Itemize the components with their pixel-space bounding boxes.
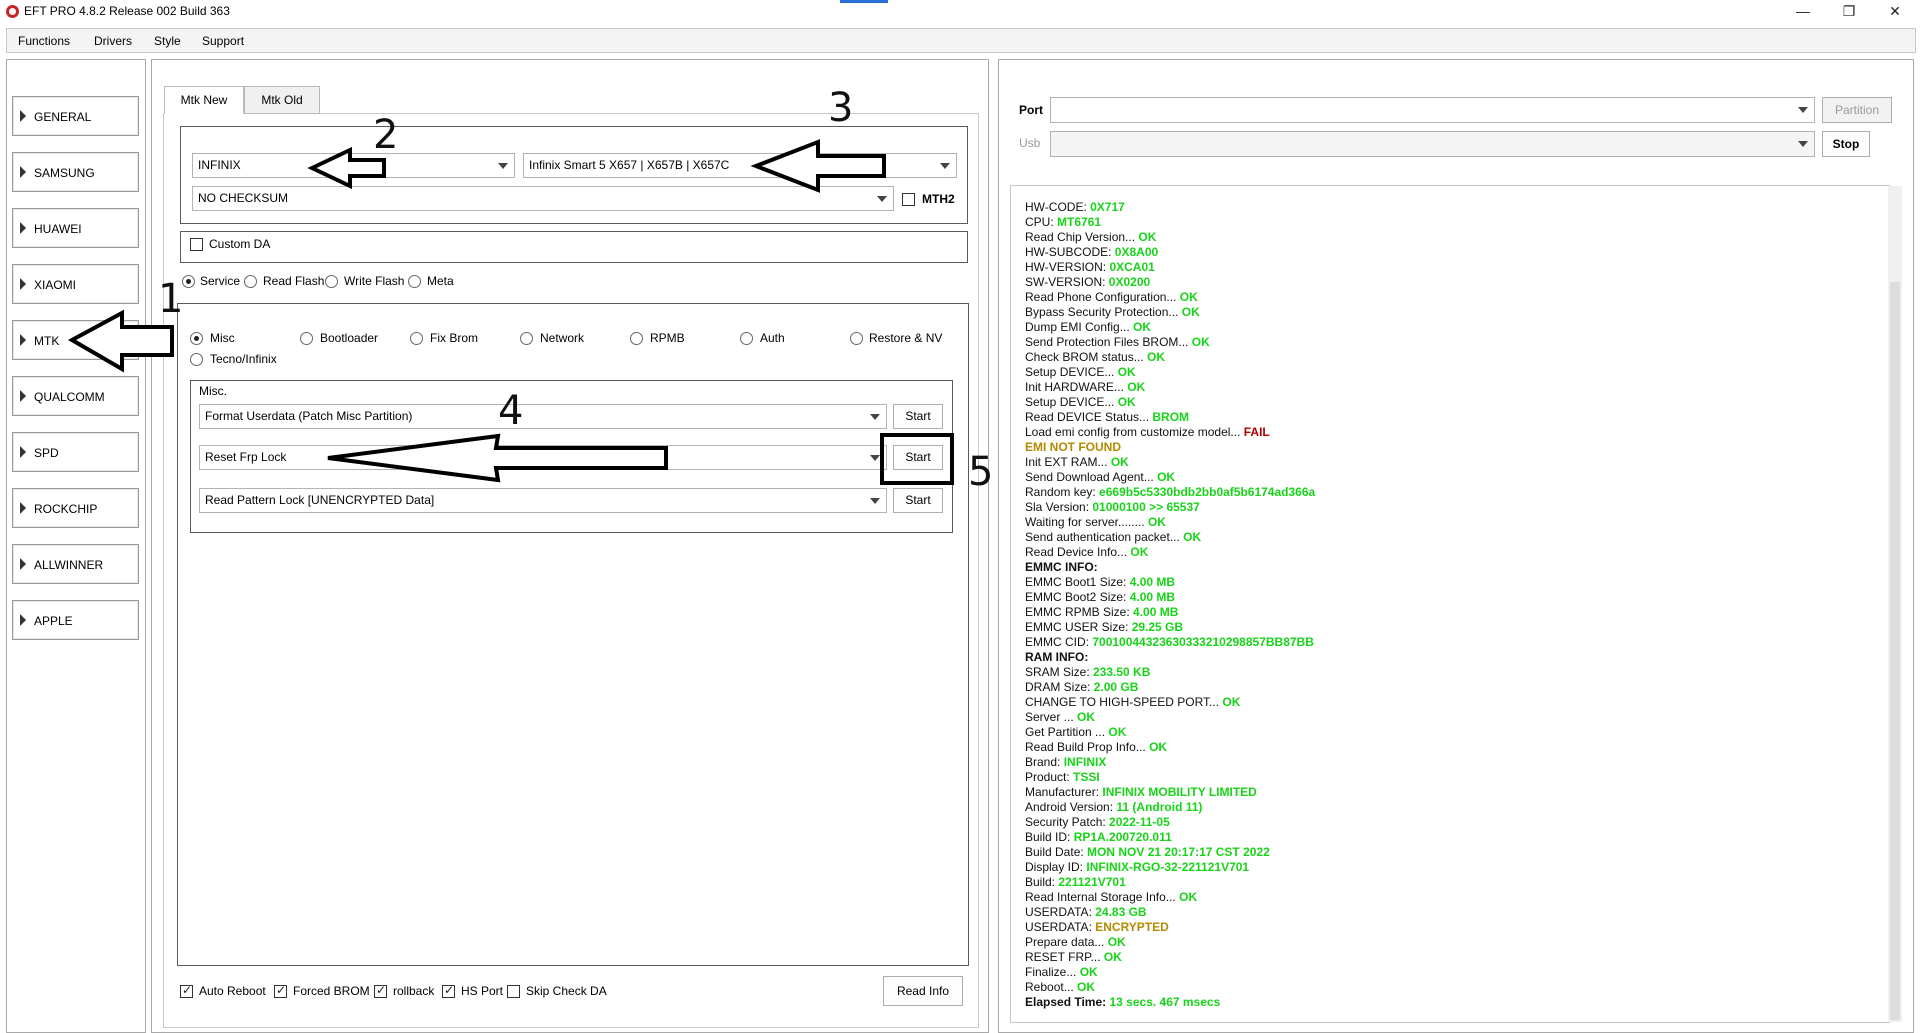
arrow-4 — [327, 433, 668, 483]
arrow-1 — [67, 309, 174, 373]
annotation-2: 2 — [373, 112, 399, 158]
arrow-3 — [750, 139, 886, 193]
annotation-4: 4 — [498, 388, 524, 434]
tab-mtk-new[interactable]: Mtk New — [164, 86, 244, 114]
annotation-3: 3 — [828, 85, 854, 131]
annotation-1: 1 — [158, 276, 184, 322]
annotation-overlay — [67, 139, 886, 483]
annotation-5: 5 — [968, 449, 994, 495]
